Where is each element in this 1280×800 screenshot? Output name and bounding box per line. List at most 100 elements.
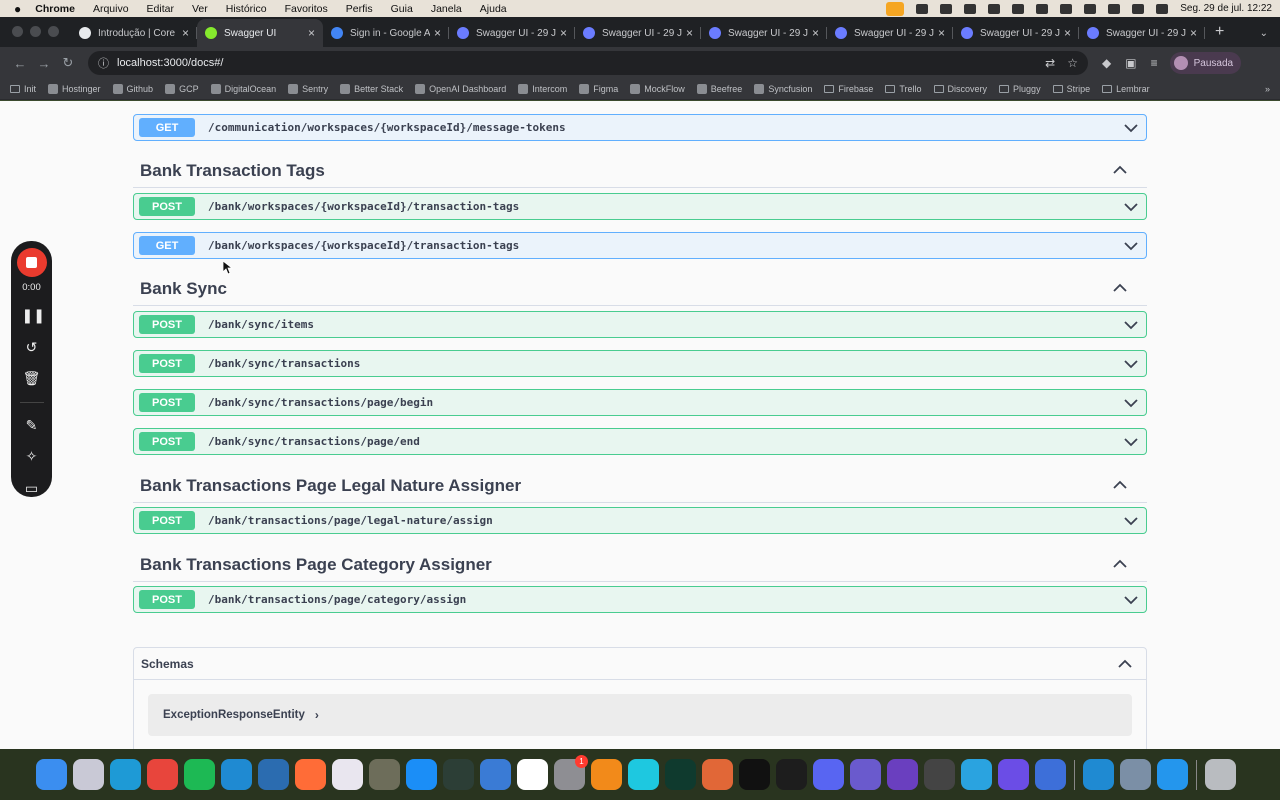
pause-icon[interactable]: ❚❚ [22,307,45,324]
profile-button[interactable]: Pausada [1169,52,1242,74]
reading-list-icon[interactable]: ≡ [1151,56,1158,70]
bookmark-item[interactable]: Figma [579,84,618,94]
apple-logo-icon[interactable]: ● [14,2,21,16]
bookmark-item[interactable]: Trello [885,84,922,94]
tab-6[interactable]: Swagger UI - 29 J × [827,19,953,47]
reload-icon[interactable]: ↻ [56,55,80,71]
camera-icon[interactable]: ▭ [22,480,42,497]
bookmark-item[interactable]: Github [112,84,153,94]
back-icon[interactable]: ← [8,56,32,71]
maximize-window-icon[interactable] [48,26,59,37]
tab-5[interactable]: Swagger UI - 29 J × [701,19,827,47]
bookmark-item[interactable]: Intercom [518,84,567,94]
bookmark-item[interactable]: Hostinger [48,84,101,94]
section-collapse-icon[interactable] [1113,556,1127,572]
tab-0[interactable]: Introdução | Core × [71,19,197,47]
menu-item[interactable]: Histórico [226,3,267,15]
fusion-360-icon[interactable] [591,759,622,790]
chevron-down-icon[interactable] [1124,241,1138,251]
chevron-down-icon[interactable] [1124,320,1138,330]
trash-icon[interactable] [1205,759,1236,790]
schemas-header[interactable]: Schemas [134,648,1146,680]
status-icon[interactable] [1012,3,1025,14]
section-collapse-icon[interactable] [1113,162,1127,178]
cursor-icon[interactable] [628,759,659,790]
slack-icon[interactable] [332,759,363,790]
menu-item[interactable]: Perfis [346,3,373,15]
minimize-window-icon[interactable] [30,26,41,37]
unity-icon[interactable] [924,759,955,790]
tab-2[interactable]: Sign in - Google A × [323,19,449,47]
chevron-right-icon[interactable]: › [315,708,319,722]
bookmark-item[interactable]: Sentry [288,84,328,94]
gimp-icon[interactable] [369,759,400,790]
schema-item[interactable]: ExceptionResponseEntity › [148,694,1132,736]
status-icon[interactable] [1036,3,1049,14]
bookmark-item[interactable]: OpenAI Dashboard [415,84,506,94]
spotify-icon[interactable] [184,759,215,790]
azure-data-studio-icon[interactable] [258,759,289,790]
chevron-down-icon[interactable] [1124,516,1138,526]
menu-app-name[interactable]: Chrome [35,3,75,15]
status-icon[interactable] [916,3,929,14]
extensions-puzzle-icon[interactable]: ▣ [1125,56,1136,70]
bookmark-item[interactable]: DigitalOcean [210,84,276,94]
bookmark-item[interactable]: Lembrar [1102,84,1150,94]
tab-8[interactable]: Swagger UI - 29 J × [1079,19,1205,47]
chevron-down-icon[interactable] [1124,398,1138,408]
close-tab-icon[interactable]: × [182,26,189,40]
menu-item[interactable]: Editar [147,3,174,15]
close-window-icon[interactable] [12,26,23,37]
wifi-icon[interactable] [1084,3,1097,14]
notion-icon[interactable] [517,759,548,790]
preview-icon[interactable] [1120,759,1151,790]
orbstack-icon[interactable] [887,759,918,790]
tab-3[interactable]: Swagger UI - 29 J × [449,19,575,47]
status-icon[interactable] [964,3,977,14]
stop-recording-button[interactable] [16,248,47,278]
kubernetes-lens-icon[interactable] [850,759,881,790]
vscode-2-icon[interactable] [1083,759,1114,790]
chrome-icon[interactable] [147,759,178,790]
bookmark-item[interactable]: MockFlow [630,84,685,94]
bookmark-item[interactable]: Pluggy [999,84,1041,94]
bookmark-item[interactable]: Syncfusion [754,84,812,94]
magic-wand-icon[interactable]: ✧ [22,448,42,465]
section-collapse-icon[interactable] [1113,280,1127,296]
intellij-icon[interactable] [739,759,770,790]
status-icon[interactable] [1060,3,1073,14]
close-tab-icon[interactable]: × [1064,26,1071,40]
discord-icon[interactable] [813,759,844,790]
menu-item[interactable]: Ajuda [480,3,507,15]
address-bar[interactable]: ⓘ localhost:3000/docs#/ ⇄ ☆ [88,51,1088,75]
tab-1[interactable]: Swagger UI × [197,19,323,47]
close-tab-icon[interactable]: × [812,26,819,40]
battery-icon[interactable] [1108,3,1121,14]
close-tab-icon[interactable]: × [686,26,693,40]
menu-item[interactable]: Guia [391,3,413,15]
tab-4[interactable]: Swagger UI - 29 J × [575,19,701,47]
extension-icon[interactable]: ◆ [1102,56,1111,70]
close-tab-icon[interactable]: × [1190,26,1197,40]
operation-post[interactable]: POST/bank/sync/items [133,311,1147,338]
bookmark-item[interactable]: Stripe [1052,84,1090,94]
operation-get[interactable]: GET/bank/workspaces/{workspaceId}/transa… [133,232,1147,259]
launchpad-icon[interactable] [73,759,104,790]
matlab-icon[interactable] [702,759,733,790]
chevron-up-icon[interactable] [1118,659,1132,669]
menubar-datetime[interactable]: Seg. 29 de jul. 12:22 [1180,3,1272,14]
url-text[interactable]: localhost:3000/docs#/ [117,57,223,69]
operation-post[interactable]: POST/bank/sync/transactions [133,350,1147,377]
operation-post[interactable]: POST/bank/sync/transactions/page/end [133,428,1147,455]
operation-post[interactable]: POST/bank/transactions/page/legal-nature… [133,507,1147,534]
telegram-icon[interactable] [961,759,992,790]
site-info-icon[interactable]: ⓘ [98,55,109,71]
section-collapse-icon[interactable] [1113,477,1127,493]
chevron-down-icon[interactable] [1124,123,1138,133]
app-store-icon[interactable] [406,759,437,790]
finder-icon[interactable] [36,759,67,790]
system-settings-icon[interactable]: 1 [554,755,588,790]
bookmark-star-icon[interactable]: ☆ [1067,56,1078,70]
chevron-down-icon[interactable] [1124,595,1138,605]
control-center-icon[interactable] [1156,3,1169,14]
